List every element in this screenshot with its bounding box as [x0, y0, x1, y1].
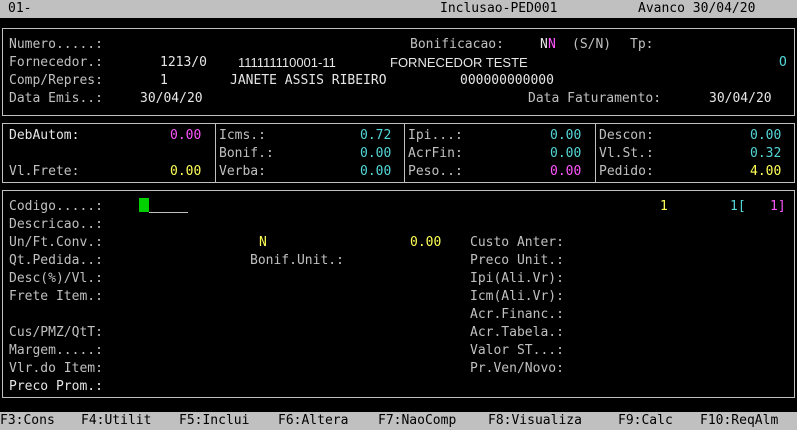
bonif-unit-label: Bonif.Unit.:	[250, 253, 344, 268]
preco-unit-label: Preco Unit.:	[470, 253, 564, 268]
data-fat-value[interactable]: 30/04/20	[709, 90, 772, 108]
peso-value: 0.00	[550, 164, 582, 179]
totals-panel	[2, 123, 795, 183]
frete-item-label: Frete Item.:	[9, 289, 103, 304]
acr-tabela-label: Acr.Tabela.:	[470, 325, 564, 340]
tp-label: Tp:	[630, 37, 654, 52]
header-panel	[2, 28, 795, 116]
comprep-name: JANETE ASSIS RIBEIRO	[230, 73, 387, 88]
function-key-bar: F3:Cons F4:Utilit F5:Inclui F6:Altera F7…	[0, 412, 797, 430]
numero-label: Numero.....:	[9, 37, 103, 52]
icms-label: Icms.:	[219, 128, 266, 143]
fkey-f6[interactable]: F6:Altera	[278, 412, 348, 430]
debautom-label: DebAutom:	[9, 128, 80, 143]
text-cursor	[139, 198, 149, 212]
ipi-value: 0.00	[550, 128, 582, 143]
screen-code: 01-	[8, 1, 32, 16]
totals-divider-2	[404, 124, 405, 182]
fkey-f10[interactable]: F10:ReqAlm	[700, 412, 778, 430]
unft-value[interactable]: 0.00	[410, 234, 441, 252]
descon-value: 0.00	[750, 128, 782, 143]
bonificacao-value-alt[interactable]: N	[548, 36, 556, 54]
bonificacao-label: Bonificacao:	[410, 37, 504, 52]
acrfin-value: 0.00	[550, 146, 582, 161]
acr-financ-label: Acr.Financ.:	[470, 307, 564, 322]
verba-label: Verba:	[219, 164, 266, 179]
fornecedor-flag: O	[779, 55, 787, 70]
debautom-value: 0.00	[170, 128, 202, 143]
item-counter-2: 1[	[730, 199, 746, 214]
fornecedor-name: FORNECEDOR TESTE	[390, 55, 528, 70]
data-fat-label: Data Faturamento:	[528, 91, 662, 106]
valor-st-label: Valor ST...:	[470, 343, 564, 358]
qtpedida-label: Qt.Pedida..:	[9, 253, 103, 268]
bonificacao-value[interactable]: N	[540, 36, 548, 54]
totals-divider-3	[595, 124, 596, 182]
ipi-ali-label: Ipi(Ali.Vr):	[470, 271, 564, 286]
descricao-label: Descricao..:	[9, 217, 103, 232]
custo-anter-label: Custo Anter:	[470, 235, 564, 250]
vlfrete-label: Vl.Frete:	[9, 164, 80, 179]
vlfrete-value: 0.00	[170, 164, 202, 179]
data-emis-value[interactable]: 30/04/20	[140, 90, 203, 108]
fkey-f7[interactable]: F7:NaoComp	[378, 412, 456, 430]
vlr-item-label: Vlr.do Item:	[9, 361, 103, 376]
vlst-label: Vl.St.:	[599, 146, 654, 161]
comprep-label: Comp/Repres:	[9, 73, 103, 88]
item-counter-1: 1	[660, 199, 668, 214]
item-counter-3: 1]	[770, 199, 786, 214]
program-name: Inclusao-PED001	[440, 1, 558, 16]
unft-flag[interactable]: N	[259, 234, 267, 252]
comprep-number: 000000000000	[460, 73, 554, 88]
vlst-value: 0.32	[750, 146, 782, 161]
fornecedor-code[interactable]: 1213/0	[160, 54, 207, 72]
icm-ali-label: Icm(Ali.Vr):	[470, 289, 564, 304]
codigo-label: Codigo.....:	[9, 199, 103, 214]
descon-label: Descon:	[599, 128, 654, 143]
totals-divider-1	[215, 124, 216, 182]
peso-label: Peso..:	[408, 164, 463, 179]
acrfin-label: AcrFin:	[408, 146, 463, 161]
ipi-label: Ipi...:	[408, 128, 463, 143]
fornecedor-label: Fornecedor.:	[9, 55, 103, 70]
codigo-input[interactable]	[149, 212, 188, 213]
title-bar: 01- Inclusao-PED001 Avanco 30/04/20	[0, 0, 797, 18]
fkey-f3[interactable]: F3:Cons	[0, 412, 55, 430]
bonif-label: Bonif.:	[219, 146, 274, 161]
data-emis-label: Data Emis..:	[9, 91, 103, 106]
fkey-f9[interactable]: F9:Calc	[618, 412, 673, 430]
margem-label: Margem.....:	[9, 343, 103, 358]
mode-date: Avanco 30/04/20	[638, 1, 756, 16]
icms-value: 0.72	[360, 128, 392, 143]
cus-pmz-label: Cus/PMZ/QtT:	[9, 325, 103, 340]
fornecedor-cnpj: 111111110001-11	[238, 55, 336, 70]
pedido-label: Pedido:	[599, 164, 654, 179]
verba-value: 0.00	[360, 164, 392, 179]
comprep-code[interactable]: 1	[160, 72, 168, 90]
pedido-value: 4.00	[750, 164, 782, 179]
pr-ven-label: Pr.Ven/Novo:	[470, 361, 564, 376]
unft-label: Un/Ft.Conv.:	[9, 235, 103, 250]
fkey-f4[interactable]: F4:Utilit	[81, 412, 151, 430]
item-panel	[2, 190, 795, 398]
fkey-f5[interactable]: F5:Inclui	[179, 412, 249, 430]
bonificacao-hint: (S/N)	[572, 37, 612, 52]
desc-label: Desc(%)/Vl.:	[9, 271, 103, 286]
preco-prom-label: Preco Prom.:	[9, 379, 103, 394]
bonif-value: 0.00	[360, 146, 392, 161]
fkey-f8[interactable]: F8:Visualiza	[488, 412, 582, 430]
